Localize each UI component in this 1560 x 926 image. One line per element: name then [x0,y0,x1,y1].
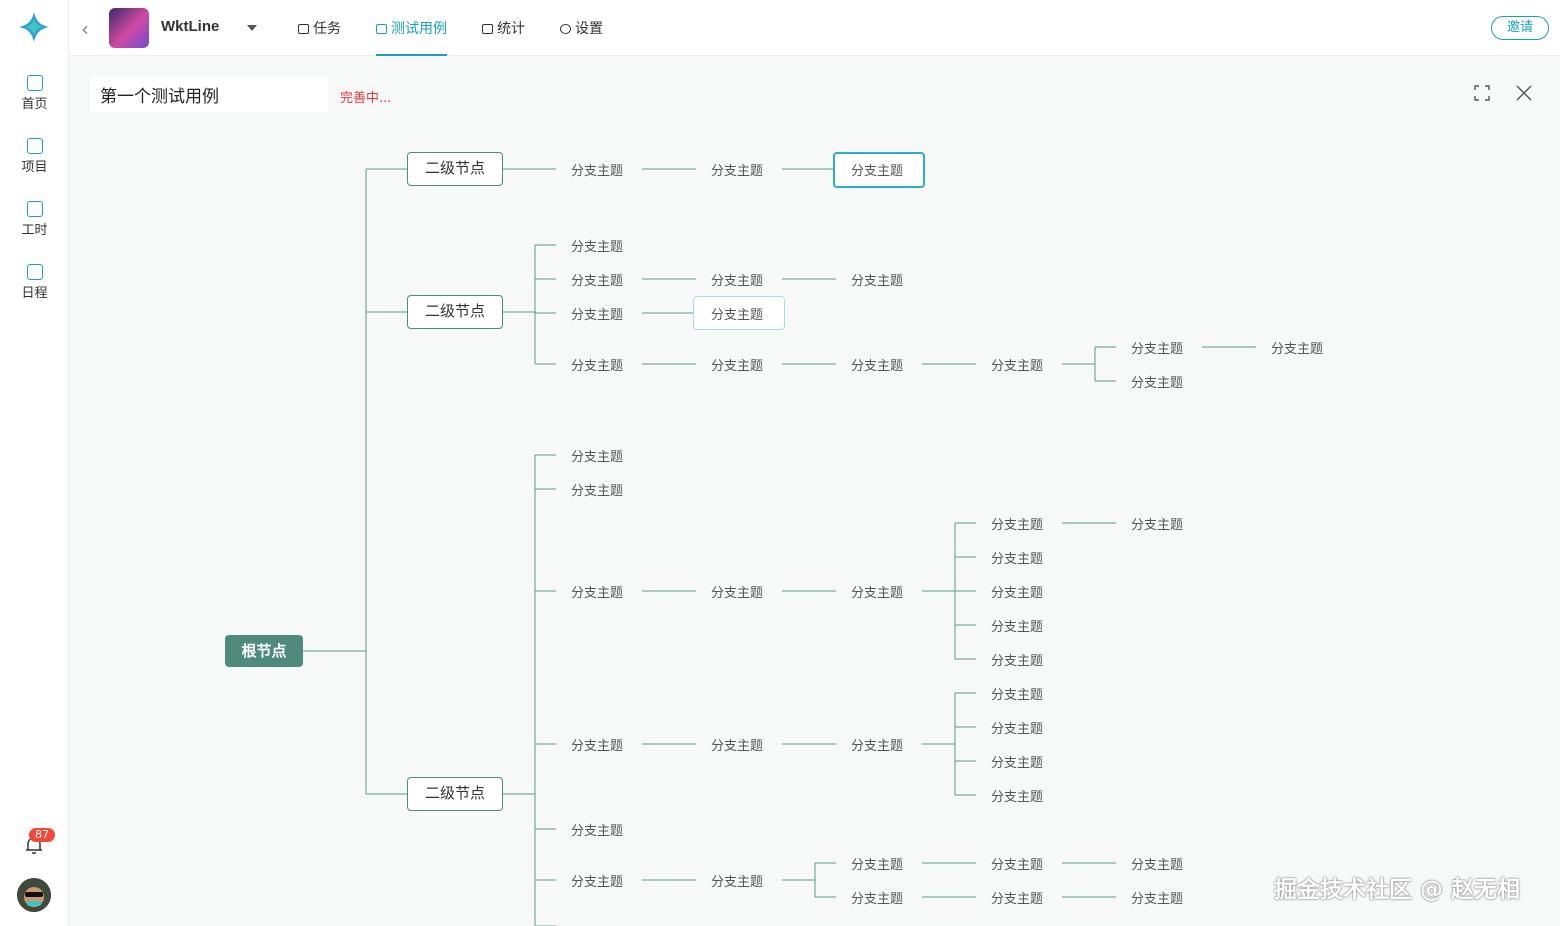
branch-topic[interactable]: 分支主题 [851,582,903,601]
branch-topic[interactable]: 分支主题 [991,650,1043,669]
branch-topic[interactable]: 分支主题 [571,582,623,601]
branch-topic[interactable]: 分支主题 [991,854,1043,873]
level2-node[interactable]: 二级节点 [407,295,503,329]
branch-topic[interactable]: 分支主题 [571,871,623,890]
branch-topic[interactable]: 分支主题 [711,160,763,179]
level2-node[interactable]: 二级节点 [407,777,503,811]
branch-topic[interactable]: 分支主题 [571,480,623,499]
branch-topic[interactable]: 分支主题 [1131,514,1183,533]
branch-topic[interactable]: 分支主题 [571,160,623,179]
branch-topic[interactable]: 分支主题 [991,752,1043,771]
branch-topic[interactable]: 分支主题 [711,304,763,323]
branch-topic[interactable]: 分支主题 [571,236,623,255]
branch-topic[interactable]: 分支主题 [851,888,903,907]
watermark: 掘金技术社区 @ 赵无相 [1274,877,1521,903]
branch-topic[interactable]: 分支主题 [851,735,903,754]
branch-topic[interactable]: 分支主题 [711,355,763,374]
branch-topic[interactable]: 分支主题 [1271,338,1323,357]
branch-topic[interactable]: 分支主题 [571,304,623,323]
branch-topic[interactable]: 分支主题 [991,786,1043,805]
branch-topic[interactable]: 分支主题 [1131,854,1183,873]
branch-topic[interactable]: 分支主题 [991,355,1043,374]
branch-topic[interactable]: 分支主题 [571,735,623,754]
branch-topic[interactable]: 分支主题 [571,355,623,374]
branch-topic[interactable]: 分支主题 [851,854,903,873]
branch-topic[interactable]: 分支主题 [991,718,1043,737]
branch-topic[interactable]: 分支主题 [1131,888,1183,907]
branch-topic[interactable]: 分支主题 [711,270,763,289]
branch-topic[interactable]: 分支主题 [991,548,1043,567]
branch-topic[interactable]: 分支主题 [991,616,1043,635]
branch-topic[interactable]: 分支主题 [991,582,1043,601]
branch-topic[interactable]: 分支主题 [571,820,623,839]
branch-topic[interactable]: 分支主题 [711,871,763,890]
branch-topic[interactable]: 分支主题 [571,270,623,289]
level2-node[interactable]: 二级节点 [407,152,503,186]
branch-topic[interactable]: 分支主题 [851,160,903,179]
branch-topic[interactable]: 分支主题 [1131,372,1183,391]
root-node[interactable]: 根节点 [225,635,303,667]
branch-topic[interactable]: 分支主题 [991,514,1043,533]
branch-topic[interactable]: 分支主题 [991,684,1043,703]
mindmap-connectors [303,168,1256,926]
branch-topic[interactable]: 分支主题 [711,582,763,601]
branch-topic[interactable]: 分支主题 [991,888,1043,907]
branch-topic[interactable]: 分支主题 [851,270,903,289]
branch-topic[interactable]: 分支主题 [571,446,623,465]
branch-topic[interactable]: 分支主题 [1131,338,1183,357]
branch-topic[interactable]: 分支主题 [851,355,903,374]
branch-topic[interactable]: 分支主题 [711,735,763,754]
